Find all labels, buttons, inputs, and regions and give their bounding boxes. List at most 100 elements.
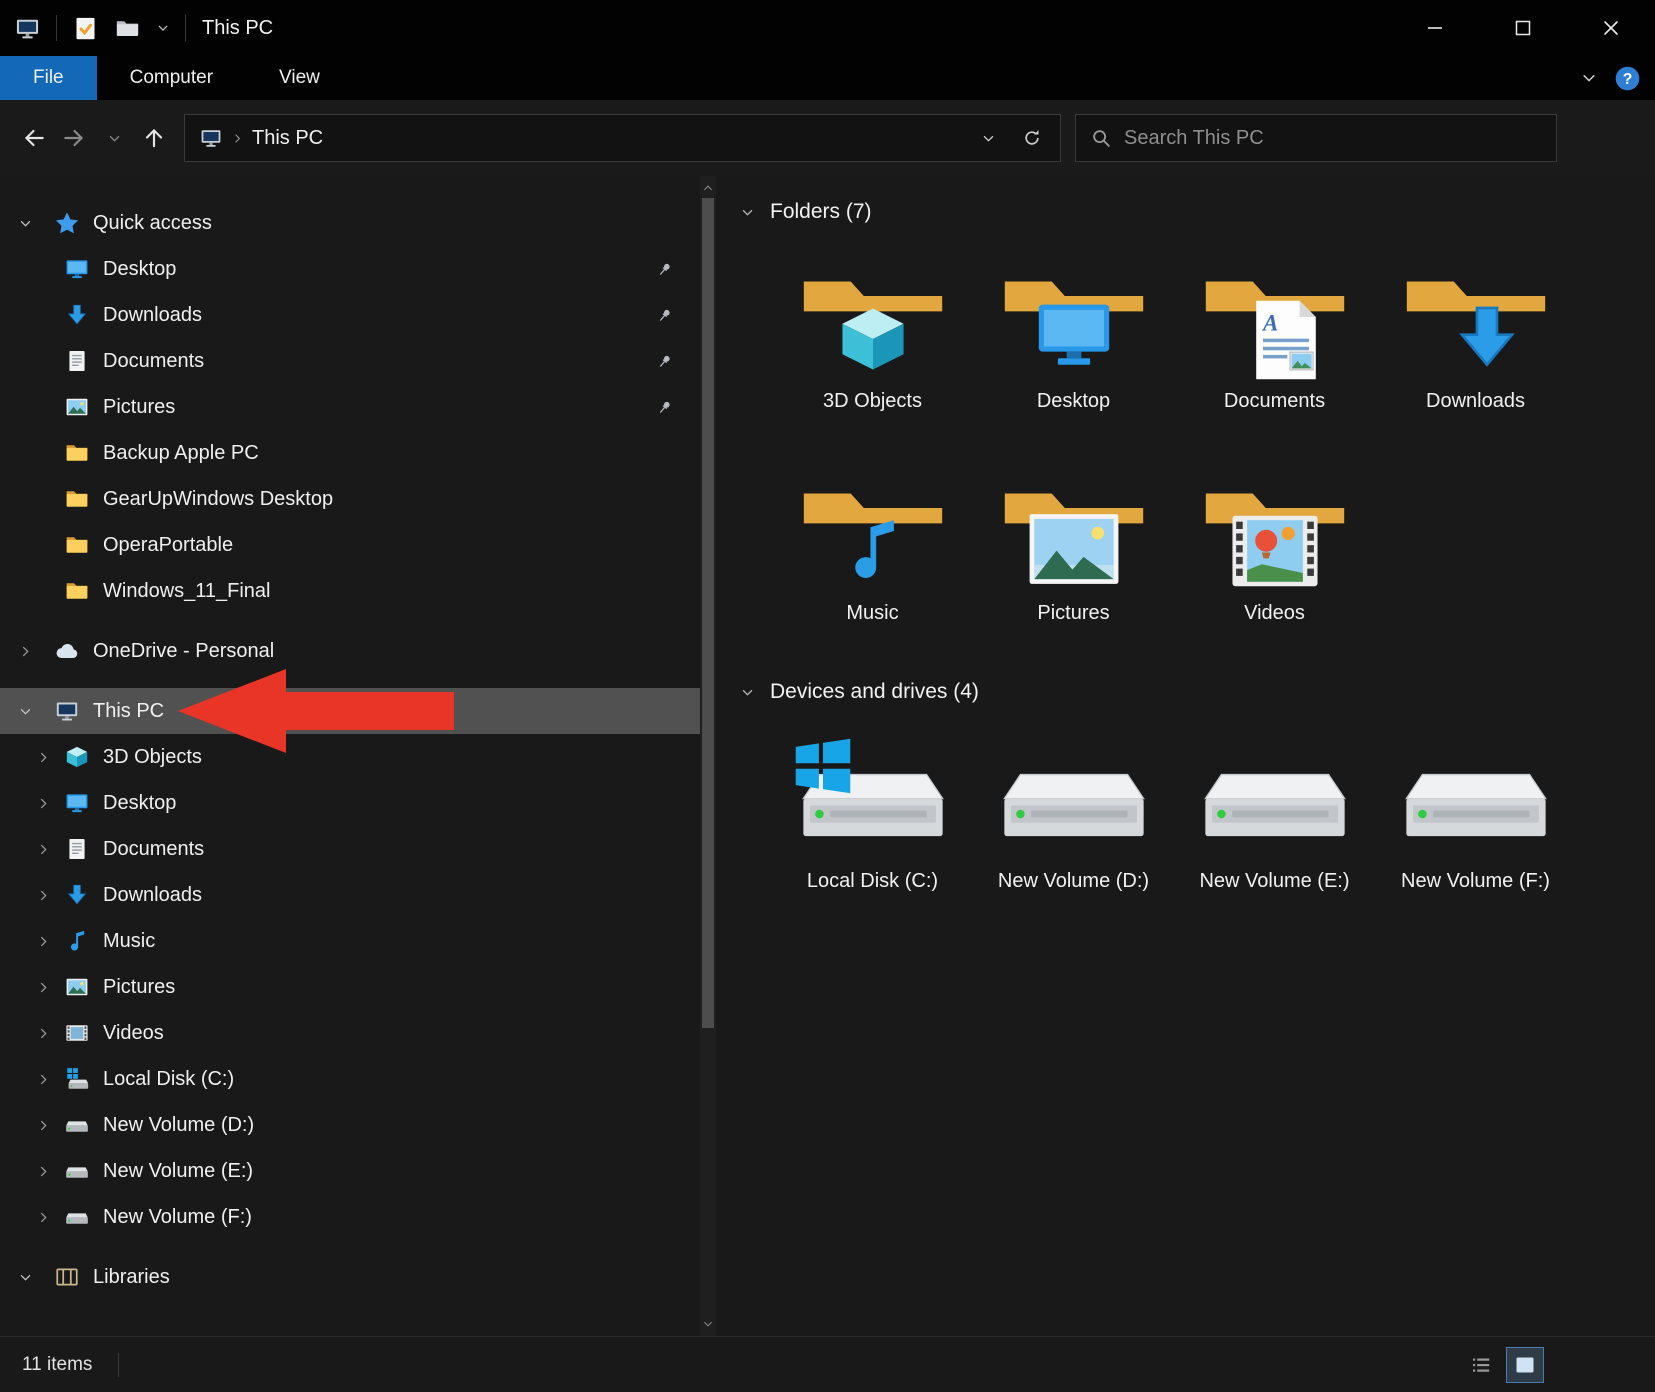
up-button[interactable]	[134, 118, 174, 158]
pin-icon	[655, 306, 674, 325]
forward-button[interactable]	[54, 118, 94, 158]
sidebar-item-videos[interactable]: Videos	[0, 1010, 700, 1056]
sidebar-scrollbar[interactable]	[700, 176, 716, 1336]
drive-tile-new-volume-e[interactable]: New Volume (E:)	[1174, 714, 1375, 926]
help-icon[interactable]	[1614, 65, 1641, 92]
chevron-right-icon[interactable]	[36, 796, 51, 811]
close-button[interactable]	[1567, 0, 1655, 56]
breadcrumb[interactable]: This PC	[252, 127, 323, 150]
chevron-right-icon[interactable]	[36, 1118, 51, 1133]
item-label: New Volume (E:)	[1199, 870, 1349, 893]
scroll-down-icon[interactable]	[702, 1318, 714, 1330]
back-button[interactable]	[14, 118, 54, 158]
sidebar-item-label: Desktop	[103, 258, 176, 281]
chevron-down-icon[interactable]	[740, 685, 755, 700]
chevron-right-icon[interactable]	[36, 1072, 51, 1087]
sidebar-item-pictures-pc[interactable]: Pictures	[0, 964, 700, 1010]
maximize-button[interactable]	[1479, 0, 1567, 56]
details-view-button[interactable]	[1463, 1348, 1499, 1382]
thumbnails-view-button[interactable]	[1507, 1348, 1543, 1382]
scrollbar-thumb[interactable]	[702, 198, 714, 1028]
chevron-down-icon[interactable]	[156, 21, 170, 35]
drive-icon	[64, 1204, 90, 1230]
sidebar-item-gearupwindows-desktop[interactable]: GearUpWindows Desktop	[0, 476, 700, 522]
sidebar-item-quick-access[interactable]: Quick access	[0, 200, 700, 246]
chevron-right-icon[interactable]	[36, 980, 51, 995]
item-label: Documents	[1224, 390, 1325, 413]
folder-tile-desktop[interactable]: Desktop	[973, 234, 1174, 446]
folder-tile-downloads[interactable]: Downloads	[1375, 234, 1576, 446]
sidebar-item-local-disk-c[interactable]: Local Disk (C:)	[0, 1056, 700, 1102]
drive-tile-new-volume-d[interactable]: New Volume (D:)	[973, 714, 1174, 926]
scroll-up-icon[interactable]	[702, 182, 714, 194]
chevron-right-icon[interactable]	[18, 644, 33, 659]
titlebar[interactable]: This PC	[0, 0, 1655, 56]
properties-check-icon[interactable]	[72, 15, 99, 42]
sidebar-item-label: Windows_11_Final	[103, 580, 271, 603]
folder-desktop-icon	[992, 244, 1156, 386]
chevron-right-icon[interactable]	[36, 1026, 51, 1041]
sidebar-item-backup-apple-pc[interactable]: Backup Apple PC	[0, 430, 700, 476]
chevron-down-icon[interactable]	[740, 205, 755, 220]
recent-locations-button[interactable]	[94, 118, 134, 158]
sidebar-item-new-volume-e[interactable]: New Volume (E:)	[0, 1148, 700, 1194]
tab-file[interactable]: File	[0, 56, 97, 100]
sidebar-item-label: OneDrive - Personal	[93, 640, 274, 663]
tab-view[interactable]: View	[246, 56, 353, 100]
folder-tile-pictures[interactable]: Pictures	[973, 446, 1174, 658]
folder-tile-music[interactable]: Music	[772, 446, 973, 658]
chevron-right-icon[interactable]	[36, 1210, 51, 1225]
new-folder-icon[interactable]	[114, 15, 141, 42]
minimize-button[interactable]	[1391, 0, 1479, 56]
toolbar-separator	[56, 15, 57, 41]
refresh-icon	[1022, 128, 1042, 148]
folder-tile-documents[interactable]: Documents	[1174, 234, 1375, 446]
sidebar-item-pictures[interactable]: Pictures	[0, 384, 700, 430]
folder-tile-3d-objects[interactable]: 3D Objects	[772, 234, 973, 446]
sidebar-item-desktop[interactable]: Desktop	[0, 246, 700, 292]
sidebar-item-documents[interactable]: Documents	[0, 338, 700, 384]
content-area: Quick access Desktop Downloads Documents…	[0, 176, 1655, 1336]
chevron-right-icon[interactable]	[36, 1164, 51, 1179]
chevron-down-icon[interactable]	[18, 1270, 33, 1285]
this-pc-icon	[54, 698, 80, 724]
chevron-right-icon[interactable]	[36, 888, 51, 903]
chevron-right-icon[interactable]	[36, 842, 51, 857]
sidebar-item-music[interactable]: Music	[0, 918, 700, 964]
drive-tile-new-volume-f[interactable]: New Volume (F:)	[1375, 714, 1576, 926]
item-label: Local Disk (C:)	[807, 870, 938, 893]
item-label: Music	[846, 602, 898, 625]
devices-grid: Local Disk (C:) New Volume (D:) New Volu…	[772, 714, 1592, 926]
windows-logo-icon	[793, 736, 853, 796]
sidebar-item-label: New Volume (E:)	[103, 1160, 253, 1183]
sidebar-item-operaportable[interactable]: OperaPortable	[0, 522, 700, 568]
sidebar-item-label: Documents	[103, 350, 204, 373]
sidebar-item-onedrive[interactable]: OneDrive - Personal	[0, 628, 700, 674]
sidebar-item-downloads-pc[interactable]: Downloads	[0, 872, 700, 918]
sidebar-item-new-volume-d[interactable]: New Volume (D:)	[0, 1102, 700, 1148]
search-input[interactable]	[1124, 127, 1542, 150]
sidebar-item-downloads[interactable]: Downloads	[0, 292, 700, 338]
chevron-right-icon[interactable]	[36, 934, 51, 949]
refresh-button[interactable]	[1010, 116, 1054, 160]
address-dropdown-button[interactable]	[966, 116, 1010, 160]
sidebar-item-windows-11-final[interactable]: Windows_11_Final	[0, 568, 700, 614]
drive-tile-local-disk-c[interactable]: Local Disk (C:)	[772, 714, 973, 926]
address-bar[interactable]: This PC	[184, 114, 1061, 162]
documents-icon	[64, 348, 90, 374]
search-box[interactable]	[1075, 114, 1557, 162]
sidebar-item-desktop-pc[interactable]: Desktop	[0, 780, 700, 826]
sidebar-item-label: New Volume (D:)	[103, 1114, 254, 1137]
chevron-right-icon[interactable]	[231, 132, 244, 145]
chevron-right-icon[interactable]	[36, 750, 51, 765]
folder-tile-videos[interactable]: Videos	[1174, 446, 1375, 658]
sidebar-item-new-volume-f[interactable]: New Volume (F:)	[0, 1194, 700, 1240]
sidebar-item-documents-pc[interactable]: Documents	[0, 826, 700, 872]
devices-section-header[interactable]: Devices and drives (4)	[740, 670, 1655, 714]
chevron-down-icon[interactable]	[18, 216, 33, 231]
chevron-down-icon[interactable]	[18, 704, 33, 719]
folders-section-header[interactable]: Folders (7)	[740, 190, 1655, 234]
sidebar-item-libraries[interactable]: Libraries	[0, 1254, 700, 1300]
tab-computer[interactable]: Computer	[97, 56, 246, 100]
expand-ribbon-chevron-icon[interactable]	[1580, 69, 1598, 87]
